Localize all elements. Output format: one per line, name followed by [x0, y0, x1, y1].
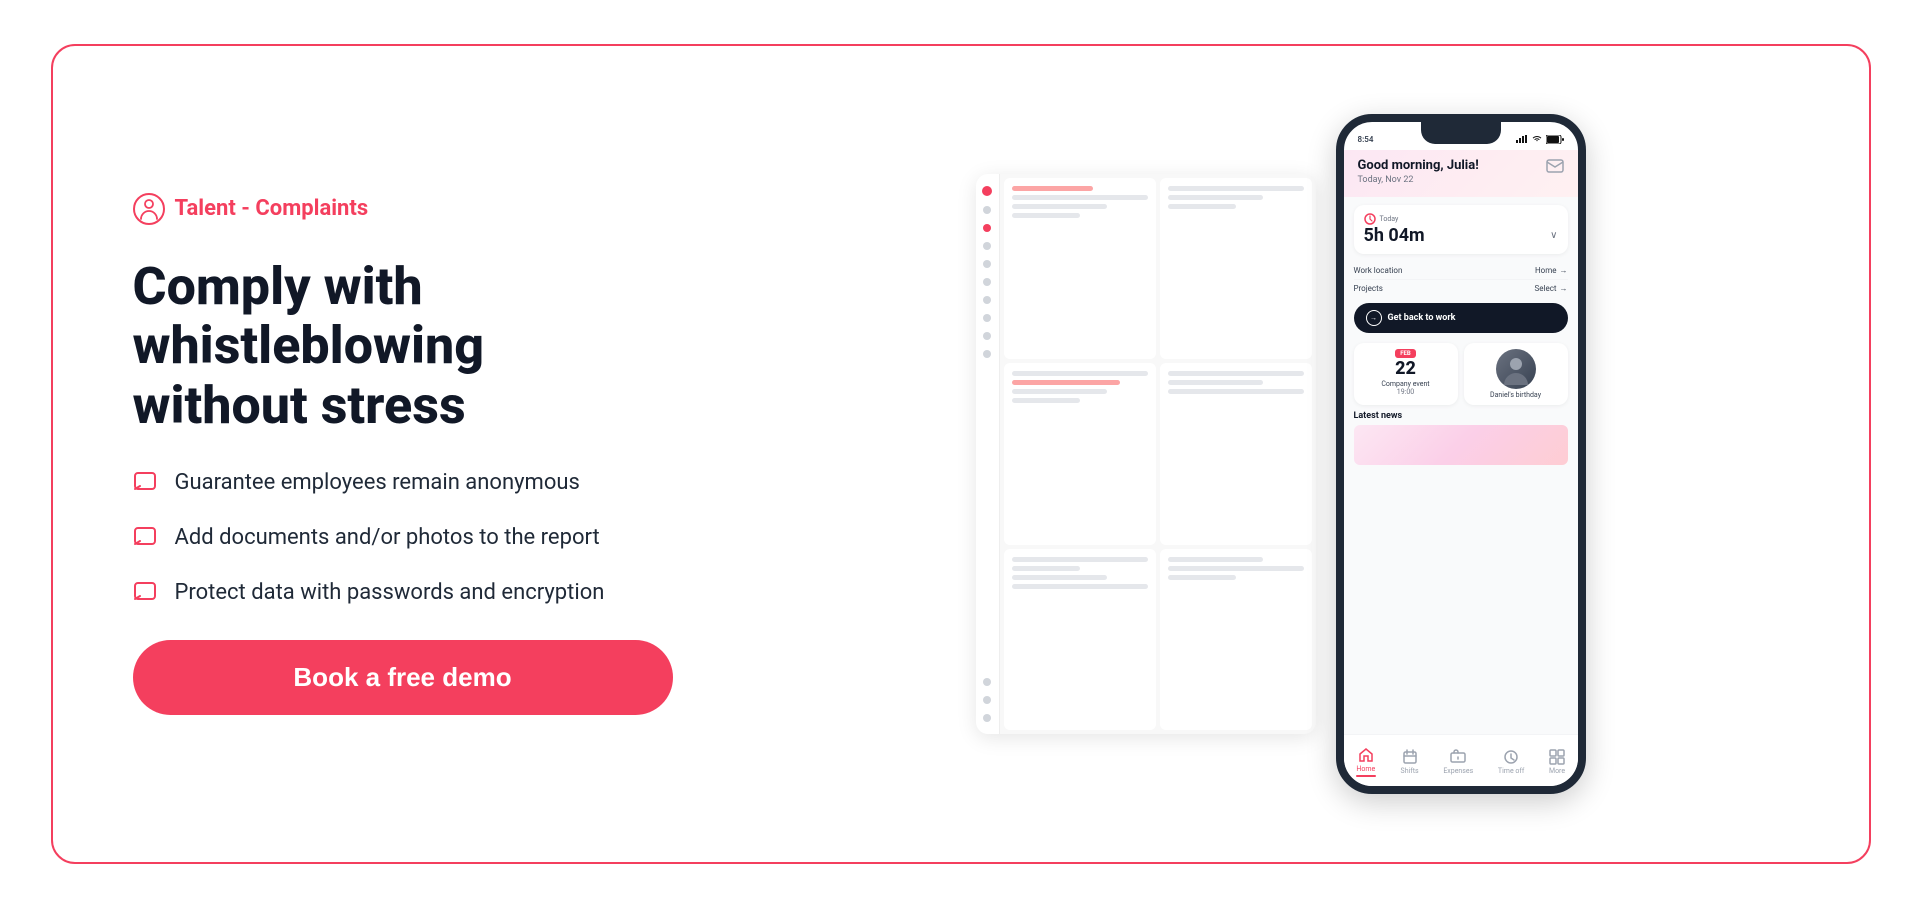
shifts-icon: [1402, 749, 1418, 765]
book-demo-button[interactable]: Book a free demo: [133, 640, 673, 715]
nav-item-home[interactable]: Home: [1356, 747, 1376, 777]
left-section: Talent - Complaints Comply with whistleb…: [133, 193, 713, 716]
projects-row: Projects Select →: [1344, 280, 1578, 297]
status-time: 8:54: [1358, 135, 1374, 144]
nav-label-home: Home: [1356, 765, 1375, 773]
feature-text-3: Protect data with passwords and encrypti…: [175, 578, 605, 609]
main-heading: Comply with whistleblowing without stres…: [133, 257, 713, 436]
get-back-label: Get back to work: [1388, 313, 1456, 323]
sidebar-nav-star: [983, 296, 991, 304]
feature-item-1: Guarantee employees remain anonymous: [133, 468, 713, 499]
right-section: 8:54: [773, 106, 1789, 802]
content-card-4: [1160, 363, 1312, 544]
event-name-company: Company event: [1381, 380, 1429, 388]
latest-news-label: Latest news: [1344, 405, 1578, 425]
work-location-row: Work location Home →: [1344, 262, 1578, 279]
birthday-avatar: [1496, 349, 1536, 389]
event-card-birthday: Daniel's birthday: [1464, 343, 1568, 405]
content-card-5: [1004, 549, 1156, 730]
event-name-birthday: Daniel's birthday: [1490, 391, 1541, 399]
mobile-body: Today 5h 04m ∨ Work location Home →: [1344, 197, 1578, 734]
sidebar-nav-profile: [983, 714, 991, 722]
time-label: Today: [1380, 215, 1399, 223]
feature-item-2: Add documents and/or photos to the repor…: [133, 523, 713, 554]
sidebar-nav-group: [983, 260, 991, 268]
sidebar-nav-settings: [983, 678, 991, 686]
greeting-row: Good morning, Julia!: [1358, 158, 1564, 173]
get-back-arrow-icon: →: [1366, 310, 1382, 326]
sidebar-strip: [976, 174, 1000, 734]
work-location-value: Home: [1535, 266, 1557, 275]
sidebar-nav-clock: [983, 278, 991, 286]
nav-label-shifts: Shifts: [1401, 767, 1419, 775]
feature-text-2: Add documents and/or photos to the repor…: [175, 523, 600, 554]
news-image: [1354, 425, 1568, 465]
features-list: Guarantee employees remain anonymous Add…: [133, 468, 713, 608]
mobile-date: Today, Nov 22: [1358, 175, 1564, 185]
mobile-bottom-nav: Home Shifts Expenses: [1344, 734, 1578, 786]
mail-icon: [1546, 159, 1564, 173]
sidebar-nav-home: [982, 186, 992, 196]
desktop-content-grid: [1000, 174, 1316, 734]
brand: Talent - Complaints: [133, 193, 713, 225]
status-icons: [1516, 135, 1564, 144]
event-month: FEB: [1395, 349, 1416, 358]
wifi-icon: [1531, 135, 1543, 143]
nav-label-timeoff: Time off: [1498, 767, 1524, 775]
projects-value: Select: [1535, 284, 1557, 293]
work-location-label: Work location: [1354, 266, 1403, 275]
sidebar-nav-back: [983, 350, 991, 358]
content-card-3: [1004, 363, 1156, 544]
chat-icon-3: [133, 580, 161, 608]
signal-icon: [1516, 135, 1528, 143]
desktop-mockup: [976, 174, 1316, 734]
event-card-company: FEB 22 Company event 19:00: [1354, 343, 1458, 405]
nav-label-more: More: [1549, 767, 1565, 775]
time-chevron: ∨: [1550, 230, 1557, 241]
timeoff-icon: [1503, 749, 1519, 765]
mobile-mockup: 8:54: [1336, 114, 1586, 794]
content-card-2: [1160, 178, 1312, 359]
nav-active-indicator: [1356, 775, 1376, 777]
home-icon: [1358, 747, 1374, 763]
events-row: FEB 22 Company event 19:00 Daniel's birt: [1344, 343, 1578, 405]
event-time: 19:00: [1397, 388, 1414, 396]
clock-icon: [1364, 213, 1376, 225]
feature-item-3: Protect data with passwords and encrypti…: [133, 578, 713, 609]
get-back-button[interactable]: → Get back to work: [1354, 303, 1568, 333]
mobile-notch: [1421, 122, 1501, 144]
time-value: 5h 04m: [1364, 225, 1425, 246]
feature-text-1: Guarantee employees remain anonymous: [175, 468, 580, 499]
nav-label-expenses: Expenses: [1443, 767, 1473, 775]
sidebar-nav-tag: [983, 332, 991, 340]
content-card-1: [1004, 178, 1156, 359]
nav-item-more[interactable]: More: [1549, 749, 1565, 775]
sidebar-nav-search: [983, 206, 991, 214]
brand-title: Talent - Complaints: [175, 196, 369, 221]
content-card-6: [1160, 549, 1312, 730]
more-icon: [1549, 749, 1565, 765]
greeting-text: Good morning, Julia!: [1358, 158, 1479, 173]
time-card: Today 5h 04m ∨: [1354, 205, 1568, 254]
avatar-silhouette: [1500, 353, 1532, 385]
sidebar-nav-alerts: [983, 224, 991, 232]
nav-item-timeoff[interactable]: Time off: [1498, 749, 1524, 775]
sidebar-nav-grid: [983, 696, 991, 704]
nav-item-expenses[interactable]: Expenses: [1443, 749, 1473, 775]
nav-item-shifts[interactable]: Shifts: [1401, 749, 1419, 775]
brand-icon: [133, 193, 165, 225]
expenses-icon: [1450, 749, 1466, 765]
battery-icon: [1546, 135, 1564, 144]
projects-label: Projects: [1354, 284, 1383, 293]
sidebar-nav-dollar: [983, 314, 991, 322]
chat-icon-1: [133, 470, 161, 498]
chat-icon-2: [133, 525, 161, 553]
sidebar-nav-users: [983, 242, 991, 250]
main-card: Talent - Complaints Comply with whistleb…: [51, 44, 1871, 864]
mobile-header: Good morning, Julia! Today, Nov 22: [1344, 150, 1578, 197]
event-day: 22: [1395, 360, 1416, 378]
